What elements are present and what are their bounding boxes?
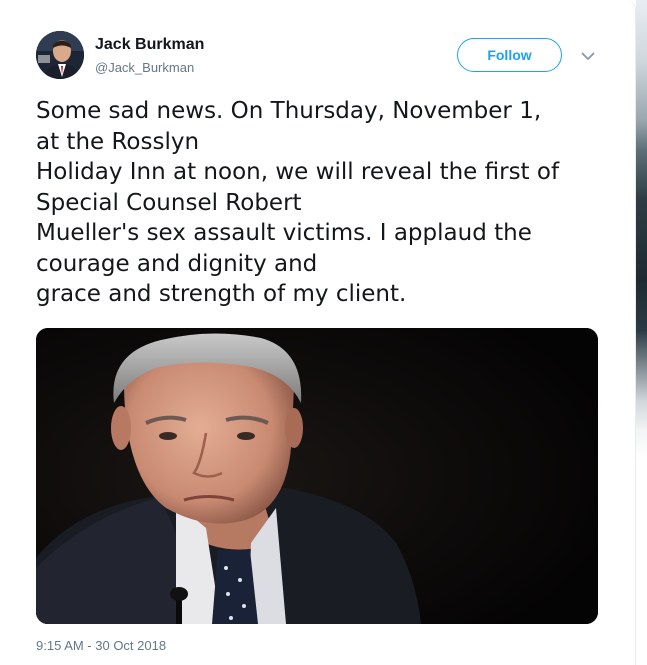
tweet-text-line: Some sad news. On Thursday, November 1, [36, 98, 542, 124]
portrait-photo [36, 328, 598, 624]
tweet-card: Jack Burkman @Jack_Burkman Follow Some s… [0, 0, 636, 665]
more-options-button[interactable] [578, 46, 598, 66]
tweet-timestamp[interactable]: 9:15 AM - 30 Oct 2018 [36, 638, 166, 653]
tweet-text-line: Mueller's sex assault victims. I applaud… [36, 220, 532, 246]
tweet-text: Some sad news. On Thursday, November 1, … [36, 96, 616, 310]
follow-button[interactable]: Follow [457, 38, 562, 72]
author-handle[interactable]: @Jack_Burkman [95, 60, 194, 75]
screenshot-stage: Jack Burkman @Jack_Burkman Follow Some s… [0, 0, 647, 665]
author-name[interactable]: Jack Burkman [95, 36, 204, 54]
tweet-text-line: courage and dignity and [36, 250, 318, 277]
tweet-text-line: Holiday Inn at noon, we will reveal the … [36, 159, 560, 185]
tweet-text-line: grace and strength of my client. [36, 281, 407, 307]
tweet-media-photo[interactable] [36, 328, 598, 624]
avatar-photo [36, 31, 84, 79]
tweet-text-line: Special Counsel Robert [36, 189, 302, 216]
chevron-down-icon [581, 52, 595, 60]
tweet-text-line: at the Rosslyn [36, 128, 200, 155]
author-avatar[interactable] [36, 31, 84, 79]
background-page-strip [636, 0, 647, 665]
